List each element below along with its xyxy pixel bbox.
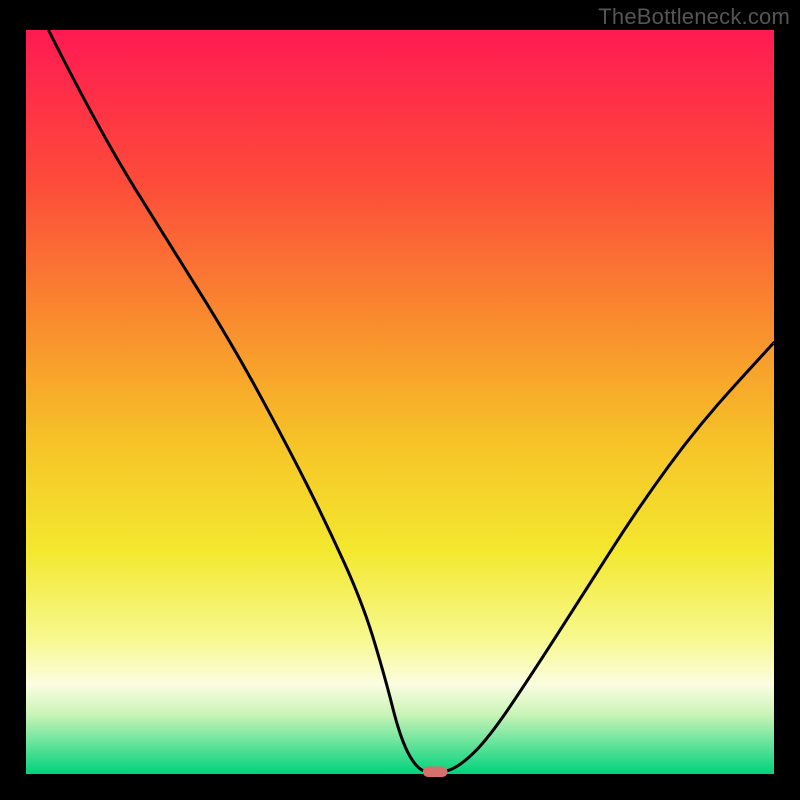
optimal-marker bbox=[423, 767, 448, 777]
watermark-text: TheBottleneck.com bbox=[598, 4, 790, 30]
bottleneck-chart bbox=[0, 0, 800, 800]
chart-container: TheBottleneck.com bbox=[0, 0, 800, 800]
plot-background bbox=[26, 30, 774, 774]
